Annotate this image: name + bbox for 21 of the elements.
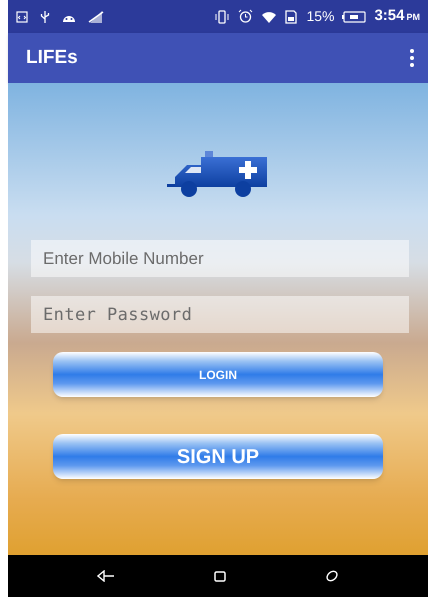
clock-time: 3:54 (374, 6, 404, 26)
sim-icon (285, 10, 298, 24)
app-title: LIFEs (26, 46, 78, 70)
battery-percentage: 15% (306, 7, 334, 26)
wifi-icon (261, 10, 278, 24)
signal-off-icon (88, 10, 104, 24)
recents-icon[interactable] (324, 569, 339, 583)
ambulance-icon (167, 151, 269, 199)
back-icon[interactable] (97, 570, 116, 582)
usb-icon (40, 10, 50, 24)
password-field[interactable]: Enter Password (31, 296, 409, 333)
code-icon (16, 10, 28, 22)
alarm-icon (238, 9, 254, 24)
sign-up-button[interactable]: SIGN UP (53, 434, 383, 479)
vibrate-icon (214, 10, 230, 24)
overflow-menu-icon[interactable] (408, 49, 416, 67)
clock-meridiem: PM (406, 11, 420, 24)
battery-icon (342, 10, 366, 22)
mobile-number-field[interactable]: Enter Mobile Number (31, 240, 409, 277)
login-button[interactable]: LOGIN (53, 352, 383, 397)
home-icon[interactable] (214, 570, 226, 582)
